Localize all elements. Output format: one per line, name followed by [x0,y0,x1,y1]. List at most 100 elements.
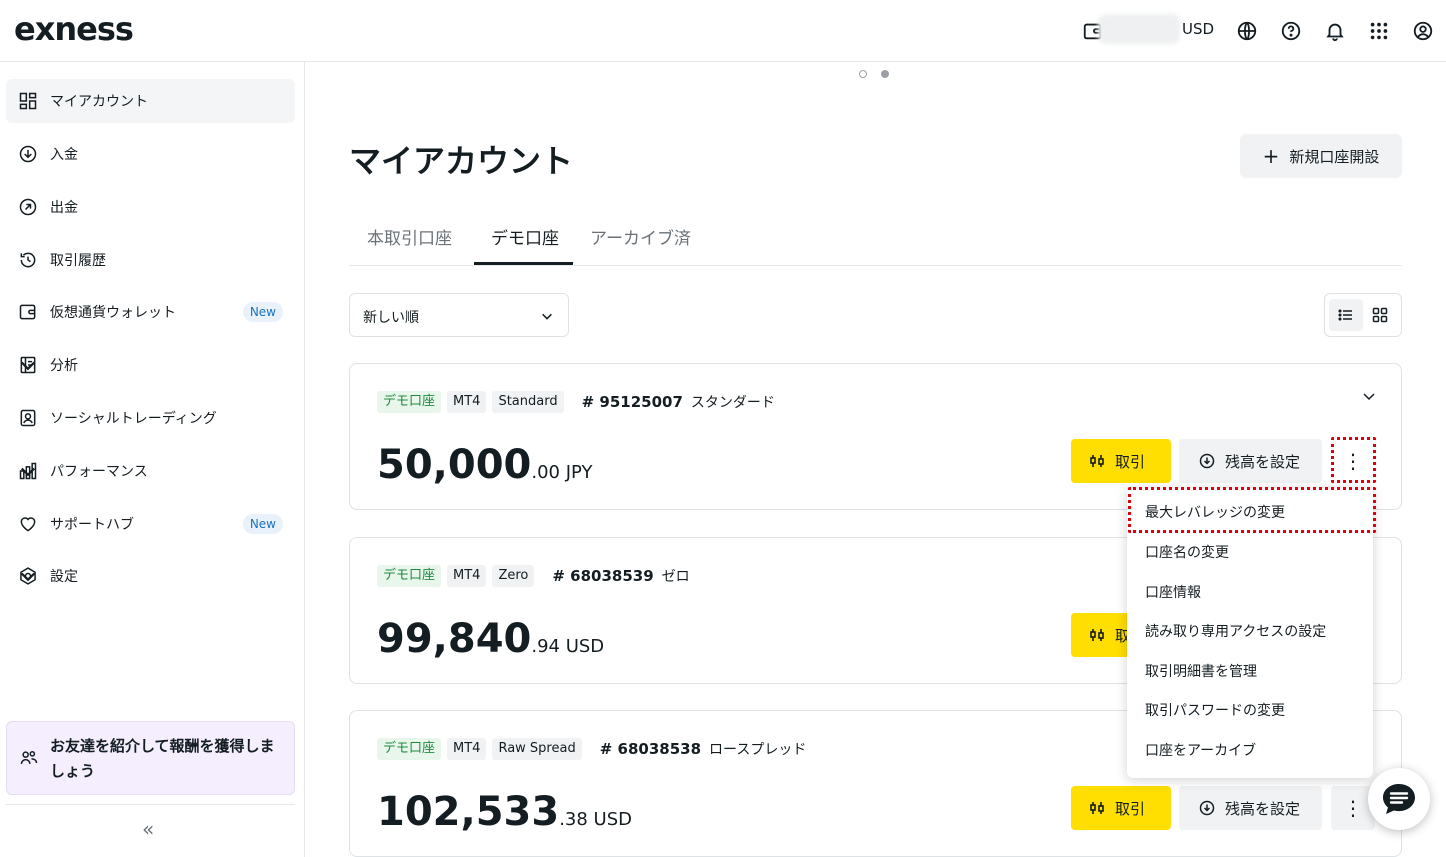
trade-button[interactable]: 取引 [1071,439,1171,483]
new-account-button[interactable]: + 新規口座開設 [1240,134,1402,178]
page-title: マイアカウント [349,142,574,180]
account-type-tag: デモ口座 [377,565,442,587]
menu-item-archive-account[interactable]: 口座をアーカイブ [1145,740,1256,760]
account-type-tag: デモ口座 [377,391,442,413]
grid-view-button[interactable] [1363,299,1397,331]
tab-real[interactable]: 本取引口座 [367,224,452,249]
help-icon[interactable] [1280,20,1302,42]
chevron-down-icon[interactable] [1361,388,1377,404]
account-kind-tag: Zero [492,565,535,587]
set-balance-button[interactable]: 残高を設定 [1179,439,1322,483]
divider [6,804,295,805]
menu-item-account-info[interactable]: 口座情報 [1145,582,1201,602]
sidebar-item-crypto-wallet[interactable]: 仮想通貨ウォレット New [6,290,295,334]
social-trading-icon [20,409,36,427]
account-tags: デモ口座 MT4 Zero # 68038539 ゼロ [377,565,690,587]
account-number: # 68038539 [552,567,654,585]
candlestick-icon [1090,629,1104,641]
sidebar: マイアカウント 入金 出金 取引履歴 仮想通貨ウォレット New 分析 ソーシャ… [0,62,305,857]
sidebar-item-label: 入金 [50,147,78,163]
set-balance-button[interactable]: 残高を設定 [1179,786,1322,830]
sidebar-item-label: 分析 [50,358,78,374]
sidebar-item-label: マイアカウント [50,94,148,110]
sort-dropdown[interactable]: 新しい順 [349,293,569,337]
platform-tag: MT4 [447,565,487,587]
heart-icon [20,517,36,532]
account-balance: 102,533.38 USD [377,789,632,835]
tab-archived[interactable]: アーカイブ済 [590,224,691,249]
profile-icon[interactable] [1412,20,1434,42]
set-balance-label: 残高を設定 [1225,452,1301,471]
tab-demo[interactable]: デモ口座 [491,224,559,249]
balance-integer: 102,533 [377,789,560,835]
sidebar-item-label: 設定 [50,569,78,585]
top-header: exness USD [0,0,1446,62]
menu-item-change-trading-password[interactable]: 取引パスワードの変更 [1145,700,1285,720]
chat-icon [1383,784,1415,814]
account-balance: 50,000.00 JPY [377,442,592,488]
sidebar-item-support-hub[interactable]: サポートハブ New [6,502,295,546]
wallet-icon [19,304,36,320]
account-name: ゼロ [661,569,690,585]
sidebar-item-settings[interactable]: 設定 [6,554,295,598]
sidebar-item-label: 出金 [50,200,78,216]
account-name: ロースプレッド [709,742,807,758]
apps-grid-icon[interactable] [1368,20,1390,42]
balance-decimal: .38 USD [559,809,632,830]
candlestick-icon [1090,802,1104,814]
balance-integer: 50,000 [377,442,532,488]
sidebar-item-my-account[interactable]: マイアカウント [6,79,295,123]
trade-button[interactable]: 取引 [1071,786,1171,830]
sidebar-item-performance[interactable]: パフォーマンス [6,449,295,493]
chevron-down-icon[interactable] [18,566,38,586]
menu-item-manage-statements[interactable]: 取引明細書を管理 [1145,661,1257,681]
platform-tag: MT4 [447,738,487,760]
account-tags: デモ口座 MT4 Standard # 95125007 スタンダード [377,391,775,413]
sidebar-item-history[interactable]: 取引履歴 [6,238,295,282]
account-kind-tag: Standard [492,391,564,413]
deposit-icon [19,145,37,163]
balance-integer: 99,840 [377,616,532,662]
account-name: スタンダード [690,395,775,411]
highlight-more-button [1331,437,1376,483]
chat-support-button[interactable] [1368,768,1430,830]
carousel-dot-active[interactable] [881,70,889,78]
account-type-tag: デモ口座 [377,738,442,760]
sidebar-item-analytics[interactable]: 分析 [6,343,295,387]
set-balance-label: 残高を設定 [1225,799,1301,818]
candlestick-icon [1090,455,1104,467]
menu-item-read-only-access[interactable]: 読み取り専用アクセスの設定 [1145,621,1326,641]
globe-icon[interactable] [1236,20,1258,42]
referral-promo-text: お友達を紹介して報酬を獲得しましょう [50,737,275,780]
list-view-button[interactable] [1329,299,1363,331]
deposit-icon [1199,453,1215,469]
view-toggle [1324,293,1402,337]
carousel-dot[interactable] [859,70,867,78]
referral-promo[interactable]: お友達を紹介して報酬を獲得しましょう [6,721,295,795]
new-badge: New [242,514,283,534]
withdraw-icon [19,198,37,216]
grid-icon [1372,307,1388,323]
sidebar-item-label: パフォーマンス [50,464,148,480]
plus-icon: + [1262,144,1280,168]
hidden-balance [1098,14,1180,44]
sidebar-item-withdraw[interactable]: 出金 [6,185,295,229]
header-currency: USD [1182,20,1215,38]
sidebar-item-label: サポートハブ [50,517,134,533]
new-badge: New [242,302,283,322]
chevron-down-icon[interactable] [18,355,38,375]
bell-icon[interactable] [1324,20,1346,42]
account-number: # 68038538 [599,740,702,758]
sidebar-item-deposit[interactable]: 入金 [6,132,295,176]
exness-logo[interactable]: exness [14,10,134,48]
menu-item-rename-account[interactable]: 口座名の変更 [1145,542,1229,562]
chevron-down-icon[interactable] [18,461,38,481]
history-icon [20,252,36,268]
collapse-sidebar-button[interactable]: « [142,817,154,841]
sidebar-item-social-trading[interactable]: ソーシャルトレーディング [6,396,295,440]
account-number: # 95125007 [581,393,683,411]
sidebar-item-label: 仮想通貨ウォレット [50,305,176,321]
balance-decimal: .00 JPY [531,462,593,483]
chevron-down-icon [542,313,552,320]
new-account-label: 新規口座開設 [1289,147,1380,166]
